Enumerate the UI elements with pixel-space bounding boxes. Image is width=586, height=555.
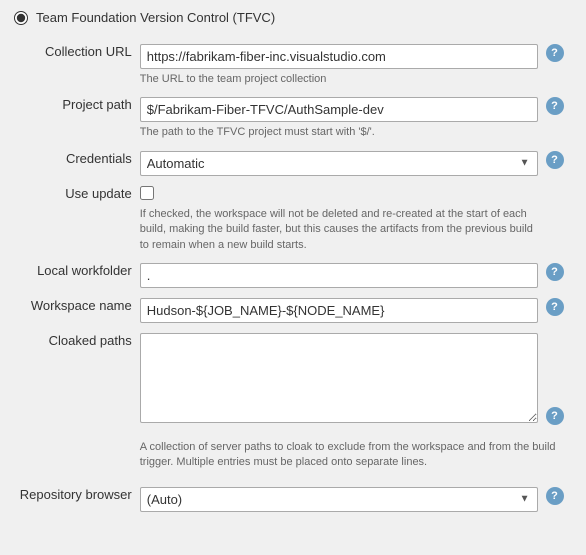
credentials-help-cell: ? [542,146,572,181]
collection-url-help-icon[interactable]: ? [546,44,564,62]
project-path-input-cell: The path to the TFVC project must start … [136,92,542,145]
local-workfolder-help-cell: ? [542,258,572,293]
collection-url-input[interactable] [140,44,538,69]
project-path-hint: The path to the TFVC project must start … [140,125,538,140]
tfvc-radio[interactable] [14,11,28,25]
project-path-help-cell: ? [542,92,572,145]
use-update-row: Use update If checked, the workspace wil… [14,181,572,258]
credentials-label: Credentials [14,146,136,181]
local-workfolder-input[interactable] [140,263,538,288]
use-update-label: Use update [14,181,136,258]
local-workfolder-help-icon[interactable]: ? [546,263,564,281]
collection-url-input-cell: The URL to the team project collection [136,39,542,92]
collection-url-label: Collection URL [14,39,136,92]
collection-url-help-cell: ? [542,39,572,92]
workspace-name-help-icon[interactable]: ? [546,298,564,316]
credentials-row: Credentials Automatic ▼ ? [14,146,572,181]
cloaked-paths-label: Cloaked paths [14,328,136,431]
repository-browser-help-icon[interactable]: ? [546,487,564,505]
local-workfolder-row: Local workfolder ? [14,258,572,293]
local-workfolder-input-cell [136,258,542,293]
collection-url-hint: The URL to the team project collection [140,72,538,87]
repository-browser-select-wrapper: (Auto) ▼ [140,487,538,512]
workspace-name-input[interactable] [140,298,538,323]
project-path-label: Project path [14,92,136,145]
workspace-name-input-cell [136,293,542,328]
cloaked-paths-hint-row: A collection of server paths to cloak to… [14,431,572,482]
local-workfolder-label: Local workfolder [14,258,136,293]
cloaked-paths-hint: A collection of server paths to cloak to… [140,436,568,477]
repository-browser-input-cell: (Auto) ▼ [136,482,542,517]
project-path-row: Project path The path to the TFVC projec… [14,92,572,145]
cloaked-paths-help-icon[interactable]: ? [546,407,564,425]
cloaked-paths-help-cell: ? [542,328,572,431]
workspace-name-row: Workspace name ? [14,293,572,328]
repository-browser-help-cell: ? [542,482,572,517]
project-path-help-icon[interactable]: ? [546,97,564,115]
collection-url-row: Collection URL The URL to the team proje… [14,39,572,92]
use-update-checkbox[interactable] [140,186,154,200]
credentials-input-cell: Automatic ▼ [136,146,542,181]
cloaked-paths-input-cell [136,328,542,431]
project-path-input[interactable] [140,97,538,122]
main-container: Team Foundation Version Control (TFVC) C… [0,0,586,527]
use-update-help-cell [542,181,572,258]
credentials-select-wrapper: Automatic ▼ [140,151,538,176]
form-table: Collection URL The URL to the team proje… [14,39,572,517]
workspace-name-label: Workspace name [14,293,136,328]
workspace-name-help-cell: ? [542,293,572,328]
cloaked-paths-textarea[interactable] [140,333,538,423]
credentials-select[interactable]: Automatic [140,151,538,176]
cloaked-paths-row: Cloaked paths ? [14,328,572,431]
credentials-help-icon[interactable]: ? [546,151,564,169]
header-label: Team Foundation Version Control (TFVC) [36,10,275,25]
repository-browser-row: Repository browser (Auto) ▼ ? [14,482,572,517]
use-update-hint: If checked, the workspace will not be de… [140,207,538,253]
use-update-input-cell: If checked, the workspace will not be de… [136,181,542,258]
repository-browser-label: Repository browser [14,482,136,517]
repository-browser-select[interactable]: (Auto) [140,487,538,512]
header-row: Team Foundation Version Control (TFVC) [14,10,572,25]
